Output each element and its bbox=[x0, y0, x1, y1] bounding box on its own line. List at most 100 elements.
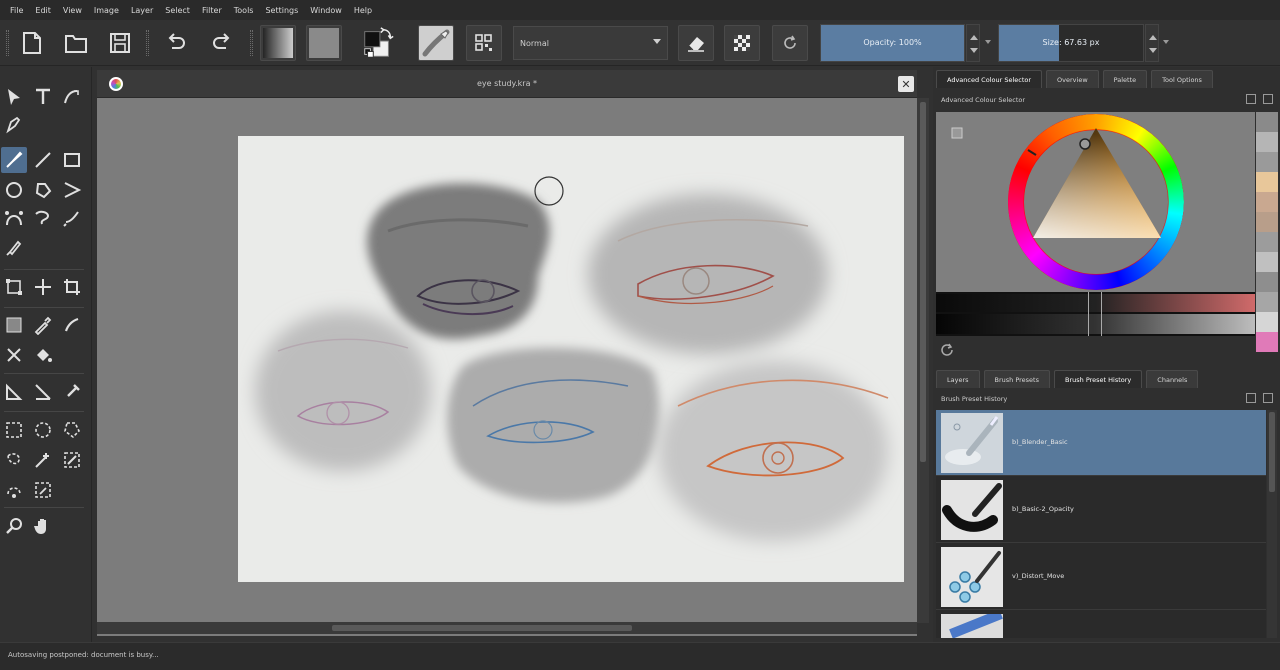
toolbar-grip[interactable] bbox=[6, 30, 9, 56]
transform-tool-icon[interactable] bbox=[1, 274, 27, 300]
menu-window[interactable]: Window bbox=[304, 6, 348, 15]
brush-preset-item[interactable]: b)_Blender_Basic bbox=[936, 410, 1266, 476]
tab-brush-presets[interactable]: Brush Presets bbox=[983, 370, 1050, 388]
menu-layer[interactable]: Layer bbox=[125, 6, 159, 15]
undo-icon[interactable] bbox=[158, 25, 194, 61]
opacity-spinner[interactable] bbox=[966, 24, 980, 62]
color-picker-tool-icon[interactable] bbox=[30, 312, 56, 338]
color-history-bars[interactable] bbox=[936, 292, 1255, 336]
palette-swatch[interactable] bbox=[1256, 212, 1278, 232]
tab-layers[interactable]: Layers bbox=[936, 370, 980, 388]
menu-view[interactable]: View bbox=[57, 6, 88, 15]
toolbar-grip[interactable] bbox=[250, 30, 253, 56]
freehand-selection-tool-icon[interactable] bbox=[1, 447, 27, 473]
ellipse-tool-icon[interactable] bbox=[1, 177, 27, 203]
calligraphy-tool-icon[interactable] bbox=[59, 84, 85, 110]
palette-swatch[interactable] bbox=[1256, 152, 1278, 172]
crop-tool-icon[interactable] bbox=[59, 274, 85, 300]
brush-preset-item[interactable] bbox=[936, 611, 1266, 638]
brush-preset-item[interactable]: b)_Basic-2_Opacity bbox=[936, 477, 1266, 543]
palette-swatch[interactable] bbox=[1256, 132, 1278, 152]
bezier-selection-tool-icon[interactable] bbox=[1, 477, 27, 503]
menu-filter[interactable]: Filter bbox=[196, 6, 228, 15]
new-document-icon[interactable] bbox=[14, 25, 50, 61]
brush-preset-icon[interactable] bbox=[418, 25, 454, 61]
tab-palette[interactable]: Palette bbox=[1102, 70, 1148, 88]
measure-tool-icon[interactable] bbox=[30, 379, 56, 405]
tab-channels[interactable]: Channels bbox=[1146, 370, 1199, 388]
horizontal-scrollbar[interactable] bbox=[97, 622, 917, 634]
select-shapes-tool-icon[interactable] bbox=[1, 84, 27, 110]
toolbar-grip[interactable] bbox=[146, 30, 149, 56]
float-panel-icon[interactable] bbox=[1246, 393, 1256, 403]
document-tab[interactable]: eye study.kra * ✕ bbox=[97, 70, 917, 98]
presets-grid-icon[interactable] bbox=[466, 25, 502, 61]
pattern-icon[interactable] bbox=[306, 25, 342, 61]
bezier-curve-tool-icon[interactable] bbox=[1, 205, 27, 231]
reference-images-tool-icon[interactable] bbox=[59, 379, 85, 405]
advanced-color-selector[interactable] bbox=[936, 112, 1255, 292]
palette-swatch[interactable] bbox=[1256, 292, 1278, 312]
palette-swatch[interactable] bbox=[1256, 312, 1278, 332]
fill-tool-icon[interactable] bbox=[30, 342, 56, 368]
colorize-mask-tool-icon[interactable] bbox=[1, 342, 27, 368]
freehand-path-tool-icon[interactable] bbox=[30, 205, 56, 231]
tab-brush-preset-history[interactable]: Brush Preset History bbox=[1054, 370, 1143, 388]
menu-image[interactable]: Image bbox=[88, 6, 125, 15]
elliptical-selection-tool-icon[interactable] bbox=[30, 417, 56, 443]
palette-swatch[interactable] bbox=[1256, 232, 1278, 252]
palette-swatch[interactable] bbox=[1256, 192, 1278, 212]
rectangle-tool-icon[interactable] bbox=[59, 147, 85, 173]
smart-patch-tool-icon[interactable] bbox=[59, 312, 85, 338]
palette-swatches[interactable] bbox=[1256, 112, 1278, 362]
tab-overview[interactable]: Overview bbox=[1046, 70, 1099, 88]
redo-icon[interactable] bbox=[204, 25, 240, 61]
palette-swatch[interactable] bbox=[1256, 272, 1278, 292]
opacity-menu-chevron-icon[interactable] bbox=[985, 40, 991, 44]
vertical-scrollbar[interactable] bbox=[917, 98, 929, 623]
assistant-tool-icon[interactable] bbox=[1, 379, 27, 405]
dynamic-brush-tool-icon[interactable] bbox=[59, 205, 85, 231]
size-menu-chevron-icon[interactable] bbox=[1163, 40, 1169, 44]
fg-bg-color-icon[interactable] bbox=[360, 25, 396, 61]
tab-tool-options[interactable]: Tool Options bbox=[1151, 70, 1213, 88]
zoom-tool-icon[interactable] bbox=[1, 513, 27, 539]
contiguous-selection-tool-icon[interactable] bbox=[30, 447, 56, 473]
palette-swatch[interactable] bbox=[1256, 172, 1278, 192]
rectangular-selection-tool-icon[interactable] bbox=[1, 417, 27, 443]
preset-list-scrollbar[interactable] bbox=[1267, 410, 1277, 638]
gradient-icon[interactable] bbox=[260, 25, 296, 61]
magnetic-selection-tool-icon[interactable] bbox=[30, 477, 56, 503]
brush-preset-item[interactable]: v)_Distort_Move bbox=[936, 544, 1266, 610]
text-tool-icon[interactable] bbox=[30, 84, 56, 110]
menu-help[interactable]: Help bbox=[348, 6, 378, 15]
refresh-icon[interactable] bbox=[939, 342, 955, 358]
polygon-tool-icon[interactable] bbox=[30, 177, 56, 203]
palette-swatch[interactable] bbox=[1256, 332, 1278, 352]
menu-edit[interactable]: Edit bbox=[29, 6, 57, 15]
line-tool-icon[interactable] bbox=[30, 147, 56, 173]
eraser-icon[interactable] bbox=[678, 25, 714, 61]
close-icon[interactable]: ✕ bbox=[898, 76, 914, 92]
opacity-slider[interactable]: Opacity: 100% bbox=[820, 24, 965, 62]
menu-settings[interactable]: Settings bbox=[259, 6, 304, 15]
open-folder-icon[interactable] bbox=[58, 25, 94, 61]
polyline-tool-icon[interactable] bbox=[59, 177, 85, 203]
gradient-tool-icon[interactable] bbox=[1, 312, 27, 338]
drawing-canvas[interactable] bbox=[238, 136, 904, 582]
close-panel-icon[interactable] bbox=[1263, 94, 1273, 104]
reload-preset-icon[interactable] bbox=[772, 25, 808, 61]
close-panel-icon[interactable] bbox=[1263, 393, 1273, 403]
size-spinner[interactable] bbox=[1145, 24, 1159, 62]
move-tool-icon[interactable] bbox=[30, 274, 56, 300]
menu-file[interactable]: File bbox=[4, 6, 29, 15]
menu-select[interactable]: Select bbox=[159, 6, 196, 15]
palette-swatch[interactable] bbox=[1256, 112, 1278, 132]
similar-color-selection-tool-icon[interactable] bbox=[59, 447, 85, 473]
edit-shapes-tool-icon[interactable] bbox=[1, 112, 27, 138]
float-panel-icon[interactable] bbox=[1246, 94, 1256, 104]
tab-advanced-colour-selector[interactable]: Advanced Colour Selector bbox=[936, 70, 1043, 88]
multibrush-tool-icon[interactable] bbox=[1, 235, 27, 261]
palette-swatch[interactable] bbox=[1256, 252, 1278, 272]
freehand-brush-tool-icon[interactable] bbox=[1, 147, 27, 173]
